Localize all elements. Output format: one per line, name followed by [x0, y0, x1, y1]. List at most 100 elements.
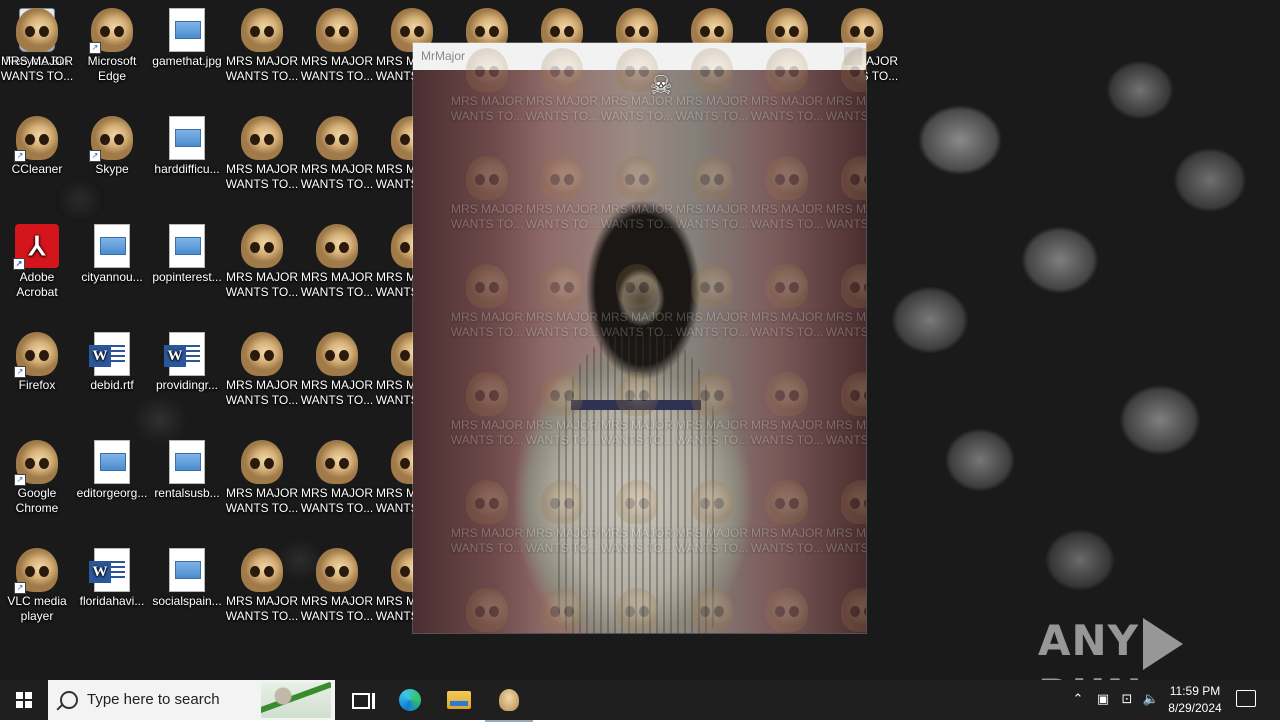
- shortcut-arrow-icon: ↗: [14, 474, 26, 486]
- edge-icon: [399, 689, 421, 711]
- volume-icon[interactable]: 🔈: [1140, 680, 1162, 720]
- ghost-skull-icon: MRS MAJOR WANTS TO...: [450, 372, 524, 448]
- ghost-skull-icon: MRS MAJOR WANTS TO...: [600, 48, 674, 124]
- ghost-icon-label: MRS MAJOR WANTS TO...: [675, 202, 749, 231]
- search-icon: [60, 691, 78, 709]
- ghost-icon-label: MRS MAJOR WANTS TO...: [525, 94, 599, 123]
- desktop-icon[interactable]: MRS MAJOR WANTS TO...: [225, 332, 299, 408]
- desktop-icon-label: MRS MAJOR WANTS TO...: [300, 378, 374, 407]
- desktop-icon[interactable]: popinterest...: [150, 224, 224, 285]
- shortcut-arrow-icon: ↗: [14, 582, 26, 594]
- skull-icon: [316, 116, 358, 160]
- ghost-icon-label: MRS MAJOR WANTS TO...: [525, 418, 599, 447]
- ghost-icon-label: MRS MAJOR WANTS TO...: [675, 94, 749, 123]
- ghost-icon-label: MRS MAJOR WANTS TO...: [675, 418, 749, 447]
- desktop-icon-label: MRS MAJOR WANTS TO...: [300, 54, 374, 83]
- taskbar-file-explorer-button[interactable]: [435, 680, 483, 720]
- desktop-icon[interactable]: ⅄ ↗ Adobe Acrobat: [0, 224, 74, 300]
- desktop[interactable]: Recycle Bin↗Microsoft Edgegamethat.jpgMR…: [0, 0, 1280, 680]
- ghost-skull-icon: MRS MAJOR WANTS TO...: [600, 480, 674, 556]
- ghost-icon-label: MRS MAJOR WANTS TO...: [750, 202, 824, 231]
- desktop-icon[interactable]: MRS MAJOR WANTS TO...: [300, 440, 374, 516]
- image-file-icon: [94, 224, 130, 268]
- desktop-icon-label: MRS MAJOR WANTS TO...: [300, 486, 374, 515]
- desktop-icon[interactable]: ↗ Microsoft Edge: [75, 8, 149, 84]
- ghost-icon-label: MRS MAJOR WANTS TO...: [825, 418, 866, 447]
- desktop-icon[interactable]: socialspain...: [150, 548, 224, 609]
- ghost-skull-icon: MRS MAJOR WANTS TO...: [825, 264, 866, 340]
- skull-icon: [316, 548, 358, 592]
- ghost-skull-icon: MRS MAJOR WANTS TO...: [525, 480, 599, 556]
- desktop-icon[interactable]: MRS MAJOR WANTS TO...: [225, 8, 299, 84]
- ghost-skull-icon: MRS MAJOR WANTS TO...: [825, 588, 866, 633]
- desktop-icon-label: MRS MAJOR WANTS TO...: [225, 162, 299, 191]
- ghost-skull-icon: MRS MAJOR WANTS TO...: [675, 156, 749, 232]
- ghost-skull-icon: MRS MAJOR WANTS TO...: [525, 264, 599, 340]
- network-icon[interactable]: ⊡: [1116, 680, 1138, 720]
- desktop-icon[interactable]: Wprovidingr...: [150, 332, 224, 393]
- mrmajor-window[interactable]: MrMajor ☠ MRS MAJOR WANTS TO... MRS MAJOR…: [413, 43, 866, 633]
- desktop-icon[interactable]: ↗ Google Chrome: [0, 440, 74, 516]
- start-button[interactable]: [0, 680, 48, 720]
- desktop-icon[interactable]: ↗ Firefox: [0, 332, 74, 393]
- desktop-icon[interactable]: rentalsusb...: [150, 440, 224, 501]
- skull-icon: [241, 440, 283, 484]
- desktop-icon[interactable]: Wdebid.rtf: [75, 332, 149, 393]
- task-view-button[interactable]: [336, 680, 384, 720]
- desktop-icon[interactable]: editorgeorg...: [75, 440, 149, 501]
- desktop-icon[interactable]: cityannou...: [75, 224, 149, 285]
- taskbar-edge-button[interactable]: [386, 680, 434, 720]
- ghost-icon-label: MRS MAJOR WANTS TO...: [750, 526, 824, 555]
- acrobat-icon: ⅄ ↗: [13, 224, 59, 270]
- desktop-icon-label: MRS MAJOR WANTS TO...: [300, 162, 374, 191]
- ghost-icon-label: MRS MAJOR WANTS TO...: [525, 202, 599, 231]
- desktop-icon[interactable]: MRS MAJOR WANTS TO...: [300, 8, 374, 84]
- skull-icon: [241, 224, 283, 268]
- desktop-icon[interactable]: ↗ CCleaner: [0, 116, 74, 177]
- word-document-icon: W: [164, 332, 205, 376]
- desktop-icon[interactable]: MRS MAJOR WANTS TO...: [225, 440, 299, 516]
- desktop-icon[interactable]: Wfloridahavi...: [75, 548, 149, 609]
- skull-icon: ↗: [14, 440, 58, 486]
- ghost-icon-label: MRS MAJOR WANTS TO...: [825, 310, 866, 339]
- clock[interactable]: 11:59 PM 8/29/2024: [1160, 683, 1230, 717]
- desktop-icon[interactable]: MRS MAJOR WANTS TO...: [300, 224, 374, 300]
- desktop-icon[interactable]: MRS MAJOR WANTS TO...: [225, 224, 299, 300]
- taskbar: Type here to search ⌃ ▣ ⊡ 🔈 11:59 PM 8/2…: [0, 680, 1280, 722]
- skull-icon: ↗: [14, 116, 58, 162]
- desktop-icon[interactable]: ↗ Skype: [75, 116, 149, 177]
- desktop-icon[interactable]: gamethat.jpg: [150, 8, 224, 69]
- desktop-icon-label: VLC media player: [7, 594, 67, 623]
- image-file-icon: [169, 440, 205, 484]
- desktop-icon[interactable]: ↗ VLC media player: [0, 548, 74, 624]
- desktop-icon[interactable]: MRS MAJOR WANTS TO...: [225, 548, 299, 624]
- desktop-icon[interactable]: MRS MAJOR WANTS TO...: [0, 8, 74, 84]
- meet-now-icon[interactable]: ▣: [1093, 680, 1113, 720]
- chevron-up-icon[interactable]: ⌃: [1068, 680, 1088, 720]
- ghost-icon-label: MRS MAJOR WANTS TO...: [525, 310, 599, 339]
- desktop-icon[interactable]: MRS MAJOR WANTS TO...: [300, 116, 374, 192]
- ghost-icon-label: MRS MAJOR WANTS TO...: [600, 418, 674, 447]
- desktop-icon-label: Google Chrome: [15, 486, 59, 515]
- desktop-icon-label: socialspain...: [152, 594, 222, 608]
- ghost-icon-label: MRS MAJOR WANTS TO...: [450, 202, 524, 231]
- ghost-skull-icon: MRS MAJOR WANTS TO...: [750, 480, 824, 556]
- desktop-icon-label: MRS MAJOR WANTS TO...: [225, 270, 299, 299]
- watermark-left: ANY: [1038, 616, 1140, 665]
- ghost-skull-icon: MRS MAJOR WANTS TO...: [450, 156, 524, 232]
- desktop-icon[interactable]: harddifficu...: [150, 116, 224, 177]
- notification-icon[interactable]: [1236, 690, 1256, 707]
- desktop-icon[interactable]: MRS MAJOR WANTS TO...: [225, 116, 299, 192]
- ghost-icon-label: MRS MAJOR WANTS TO...: [600, 526, 674, 555]
- desktop-icon[interactable]: MRS MAJOR WANTS TO...: [300, 332, 374, 408]
- ghost-icon-label: MRS MAJOR WANTS TO...: [825, 202, 866, 231]
- desktop-icon[interactable]: MRS MAJOR WANTS TO...: [300, 548, 374, 624]
- search-box[interactable]: Type here to search: [48, 680, 335, 720]
- skull-icon: [499, 689, 519, 711]
- taskbar-mrmajor-button[interactable]: [485, 680, 533, 722]
- ghost-skull-icon: MRS MAJOR WANTS TO...: [450, 264, 524, 340]
- ghost-icon-label: MRS MAJOR WANTS TO...: [750, 310, 824, 339]
- ghost-skull-icon: MRS MAJOR WANTS TO...: [675, 372, 749, 448]
- ghost-skull-icon: MRS MAJOR WANTS TO...: [675, 480, 749, 556]
- ghost-skull-icon: MRS MAJOR WANTS TO...: [675, 264, 749, 340]
